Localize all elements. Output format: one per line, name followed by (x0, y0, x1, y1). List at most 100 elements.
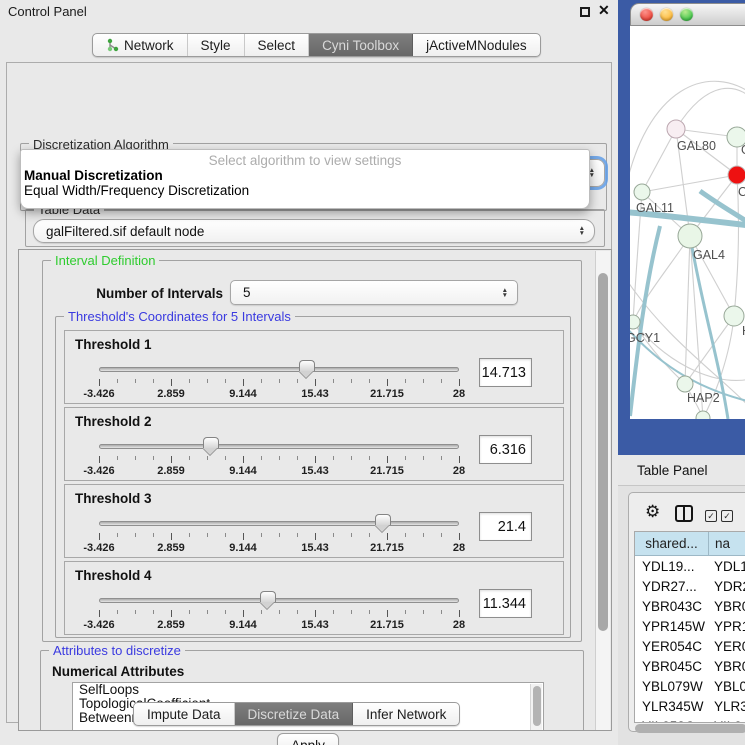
slider-thumb[interactable] (260, 591, 276, 602)
slider-tick (171, 610, 172, 617)
slider-tick (315, 533, 316, 540)
table-row[interactable]: YER054CYER0 (635, 636, 745, 656)
slider-tick (261, 379, 262, 383)
vertical-scrollbar[interactable] (595, 251, 610, 731)
slider-tick (369, 533, 370, 537)
table-cell: YBR043C (635, 599, 709, 614)
slider-tick (117, 533, 118, 537)
slider-track[interactable] (99, 444, 459, 449)
column-header-shared-name[interactable]: shared... (635, 532, 709, 555)
tab-select-label: Select (258, 38, 296, 53)
slider-tick (297, 456, 298, 460)
slider-tick-label: 9.144 (229, 542, 257, 554)
float-window-icon[interactable] (580, 7, 590, 17)
threshold-value-field[interactable]: 11.344 (479, 589, 532, 618)
table-row[interactable]: YBR043CYBR0 (635, 596, 745, 616)
algorithm-option-equal-width[interactable]: Equal Width/Frequency Discretization (21, 183, 589, 198)
tab-impute-data[interactable]: Impute Data (134, 703, 235, 725)
slider-tick-label: 2.859 (157, 465, 185, 477)
tab-network[interactable]: Network (93, 34, 188, 56)
table-row[interactable]: YIL052CYIL0 (635, 716, 745, 722)
zoom-traffic-light[interactable] (680, 8, 693, 21)
slider-tick (387, 533, 388, 540)
slider-thumb[interactable] (375, 514, 391, 525)
apply-button[interactable]: Apply (277, 733, 339, 745)
table-row[interactable]: YBR045CYBR0 (635, 656, 745, 676)
scrollbar-thumb[interactable] (533, 686, 541, 726)
table-row[interactable]: YDR27...YDR2 (635, 576, 745, 596)
network-node[interactable] (667, 120, 685, 138)
threshold-slider[interactable]: -3.4262.8599.14415.4321.71528 (99, 359, 459, 401)
slider-tick (351, 533, 352, 537)
slider-thumb[interactable] (299, 360, 315, 371)
slider-tick (225, 379, 226, 383)
slider-tick (261, 533, 262, 537)
slider-track[interactable] (99, 521, 459, 526)
network-node[interactable] (728, 166, 745, 184)
slider-tick (297, 533, 298, 537)
table-cell: YLR345W (635, 699, 709, 714)
threshold-value-field[interactable]: 14.713 (479, 358, 532, 387)
table-cell: YIL052C (635, 719, 709, 723)
number-of-intervals-combobox[interactable]: 5 ▲▼ (230, 280, 518, 305)
scrollbar-thumb[interactable] (598, 273, 608, 631)
table-panel-header: Table Panel (618, 455, 745, 486)
split-columns-icon[interactable] (675, 505, 693, 522)
table-row[interactable]: YLR345WYLR3 (635, 696, 745, 716)
threshold-value-field[interactable]: 21.4 (479, 512, 532, 541)
algorithm-option-manual[interactable]: Manual Discretization (21, 168, 589, 183)
network-node[interactable] (724, 306, 744, 326)
tab-infer-network[interactable]: Infer Network (353, 703, 459, 725)
threshold-slider[interactable]: -3.4262.8599.14415.4321.71528 (99, 590, 459, 632)
slider-tick (207, 533, 208, 537)
threshold-slider[interactable]: -3.4262.8599.14415.4321.71528 (99, 513, 459, 555)
slider-tick (189, 610, 190, 614)
checkbox-icon[interactable]: ✓ (705, 510, 717, 522)
horizontal-scrollbar[interactable] (634, 724, 745, 733)
tab-discretize-data[interactable]: Discretize Data (235, 703, 354, 725)
slider-track[interactable] (99, 367, 459, 372)
table-data-combobox[interactable]: galFiltered.sif default node ▲▼ (33, 219, 595, 243)
slider-tick (459, 610, 460, 617)
tab-cyni-toolbox[interactable]: Cyni Toolbox (309, 34, 413, 56)
table-cell: YDR27... (635, 579, 709, 594)
slider-tick (405, 533, 406, 537)
network-node[interactable] (630, 315, 640, 329)
network-node[interactable] (677, 376, 693, 392)
number-of-intervals-value: 5 (243, 285, 251, 300)
checkbox-icon[interactable]: ✓ (721, 510, 733, 522)
slider-tick (99, 379, 100, 386)
network-canvas[interactable]: GAL80GACGAL11GAL4GCY1HHAP2 (630, 26, 745, 419)
table-row[interactable]: YDL19...YDL1 (635, 556, 745, 576)
threshold-value-field[interactable]: 6.316 (479, 435, 532, 464)
table-cell: YBR0 (709, 659, 745, 674)
gear-icon[interactable]: ⚙ (645, 502, 660, 522)
tab-select[interactable]: Select (245, 34, 310, 56)
table-row[interactable]: YBL079WYBL0 (635, 676, 745, 696)
settings-scroll-panel: Interval Definition Number of Intervals … (18, 249, 612, 731)
column-header-name[interactable]: na (709, 532, 745, 555)
tab-jactivemnodules[interactable]: jActiveMNodules (413, 34, 540, 56)
slider-ticks (99, 379, 459, 387)
tab-style[interactable]: Style (188, 34, 245, 56)
table-cell: YDL1 (709, 559, 745, 574)
minimize-traffic-light[interactable] (660, 8, 673, 21)
slider-thumb[interactable] (203, 437, 219, 448)
close-icon[interactable]: ✕ (598, 2, 610, 19)
network-window-titlebar[interactable] (630, 3, 745, 26)
tab-style-label: Style (201, 38, 231, 53)
slider-tick (459, 456, 460, 463)
threshold-slider[interactable]: -3.4262.8599.14415.4321.71528 (99, 436, 459, 478)
attributes-list-scrollbar[interactable] (530, 684, 542, 730)
slider-tick (333, 456, 334, 460)
close-traffic-light[interactable] (640, 8, 653, 21)
slider-track[interactable] (99, 598, 459, 603)
slider-tick (297, 610, 298, 614)
table-row[interactable]: YPR145WYPR1 (635, 616, 745, 636)
network-node[interactable] (678, 224, 702, 248)
attribute-item[interactable]: SelfLoops (73, 683, 543, 697)
slider-tick-label: 28 (453, 542, 465, 554)
network-node[interactable] (634, 184, 650, 200)
scrollbar-thumb[interactable] (635, 724, 745, 733)
network-node[interactable] (696, 411, 710, 419)
